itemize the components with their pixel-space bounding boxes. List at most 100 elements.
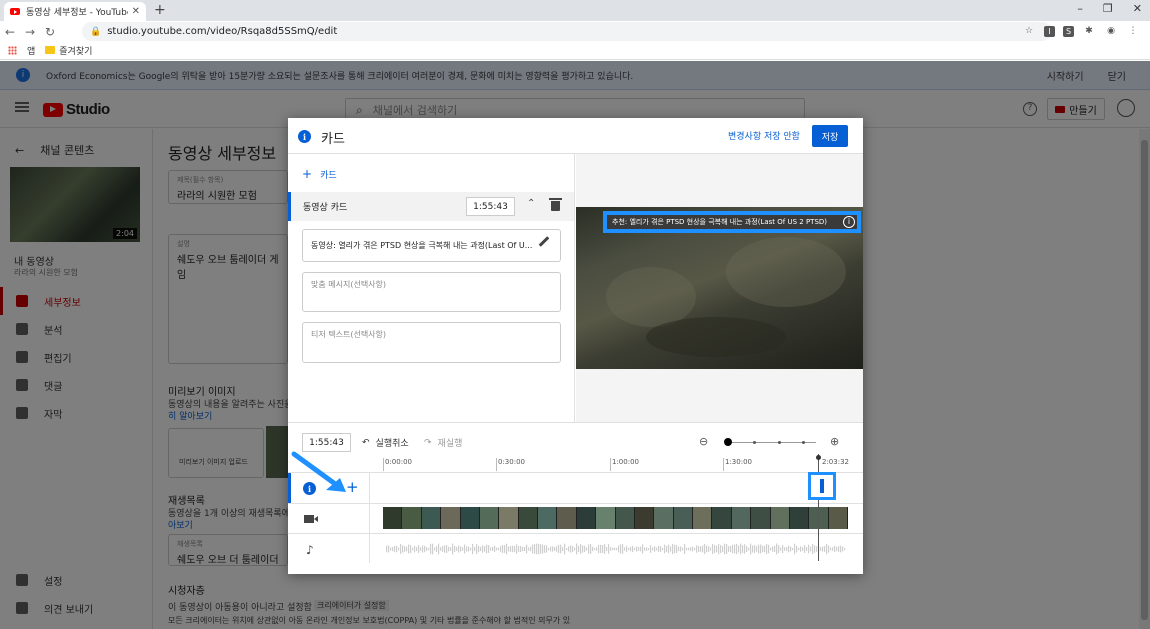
waveform-bar	[796, 545, 798, 553]
bookmark-folder[interactable]: 즐겨찾기	[45, 44, 92, 57]
video-select-field[interactable]: 동영상: 열리가 겪은 PTSD 현상을 극복해 내는 과정(Last Of U…	[302, 229, 561, 262]
video-filmstrip[interactable]	[383, 507, 848, 529]
waveform-bar	[486, 544, 488, 554]
address-bar-row: ← → ↻ 🔒 studio.youtube.com/video/Rsqa8d5…	[0, 21, 1150, 42]
trash-icon[interactable]	[549, 198, 562, 211]
waveform-bar	[746, 546, 748, 552]
waveform-bar	[516, 544, 518, 554]
filmstrip-frame	[402, 507, 422, 529]
tick-line	[496, 458, 497, 471]
waveform-bar	[774, 545, 776, 553]
waveform-bar	[462, 547, 464, 551]
bookmark-star-icon[interactable]: ☆	[1022, 24, 1036, 38]
waveform-bar	[414, 545, 416, 553]
apps-grid-icon[interactable]	[8, 46, 17, 55]
extension-icon[interactable]: I	[1044, 25, 1055, 37]
card-teaser-preview[interactable]: 추천: 엘리가 겪은 PTSD 현상을 극복해 내는 과정(Last Of US…	[603, 211, 861, 233]
lock-icon: 🔒	[90, 26, 102, 37]
filmstrip-frame	[789, 507, 810, 529]
waveform-bar	[814, 545, 816, 553]
kebab-menu-icon[interactable]: ⋮	[1126, 24, 1140, 38]
chevron-up-icon[interactable]: ⌃	[527, 198, 535, 209]
waveform-bar	[476, 544, 478, 554]
timeline-ruler: 0:00:00 0:30:00 1:00:00 1:30:00 2:03:32	[288, 458, 863, 472]
save-button[interactable]: 저장	[812, 125, 848, 147]
waveform-bar	[488, 545, 490, 553]
filmstrip-frame	[693, 507, 713, 529]
waveform-bar	[738, 545, 740, 553]
undo-button[interactable]: ↶ 실행취소	[362, 436, 409, 450]
zoom-slider-knob[interactable]	[724, 438, 732, 446]
new-tab-icon[interactable]: +	[154, 2, 166, 18]
zoom-step	[778, 441, 781, 444]
waveform-bar	[494, 545, 496, 553]
waveform-bar	[496, 547, 498, 551]
waveform-bar	[622, 544, 624, 554]
waveform-bar	[504, 545, 506, 553]
waveform-bar	[778, 545, 780, 553]
waveform-bar	[482, 545, 484, 553]
zoom-in-icon[interactable]: ⊕	[830, 435, 839, 448]
card-marker[interactable]	[808, 472, 836, 500]
profile-icon[interactable]: ◉	[1104, 24, 1118, 38]
back-icon[interactable]: ←	[0, 25, 20, 39]
video-card-header[interactable]: 동영상 카드 1:55:43 ⌃	[288, 192, 574, 221]
waveform-bar	[518, 545, 520, 553]
waveform-bar	[412, 547, 414, 551]
extension-icons: ☆ I S ✱ ◉ ⋮	[1022, 24, 1140, 38]
waveform-bar	[406, 546, 408, 552]
waveform-bar	[422, 545, 424, 553]
waveform-bar	[734, 544, 736, 554]
waveform-bar	[582, 545, 584, 553]
waveform-bar	[688, 547, 690, 551]
waveform-bar	[478, 545, 480, 553]
reload-icon[interactable]: ↻	[40, 25, 60, 39]
custom-message-input[interactable]: 맞춤 메시지(선택사항)	[302, 272, 561, 312]
teaser-text-input[interactable]: 티저 텍스트(선택사항)	[302, 322, 561, 363]
add-card-button[interactable]: + 카드	[302, 167, 337, 181]
waveform-bar	[574, 547, 576, 551]
edit-pencil-icon[interactable]	[538, 236, 550, 247]
waveform-bar	[596, 547, 598, 551]
extension-icon[interactable]: S	[1063, 25, 1074, 37]
puzzle-icon[interactable]: ✱	[1082, 24, 1096, 38]
cards-dialog: i 카드 변경사항 저장 안함 저장 + 카드 동영상 카드 1:55:43 ⌃…	[288, 118, 863, 574]
waveform-bar	[782, 544, 784, 554]
waveform-bar	[398, 547, 400, 551]
teaser-text: 추천: 엘리가 겪은 PTSD 현상을 극복해 내는 과정(Last Of US…	[607, 215, 857, 229]
waveform-bar	[570, 545, 572, 553]
waveform-bar	[798, 547, 800, 551]
waveform-bar	[694, 547, 696, 551]
card-type-label: 동영상 카드	[303, 203, 348, 213]
browser-tab[interactable]: 동영상 세부정보 - YouTube Stu ✕	[4, 2, 146, 21]
playhead-knob[interactable]	[816, 455, 821, 460]
waveform-bar	[568, 546, 570, 552]
discard-changes-button[interactable]: 변경사항 저장 안함	[728, 129, 800, 142]
waveform-bar	[440, 547, 442, 551]
waveform-bar	[764, 546, 766, 552]
waveform-bar	[528, 547, 530, 551]
card-time-input[interactable]: 1:55:43	[466, 197, 515, 216]
waveform-bar	[776, 543, 778, 555]
waveform-bar	[750, 543, 752, 555]
waveform-bar	[670, 546, 672, 552]
waveform-bar	[650, 545, 652, 553]
waveform-bar	[480, 546, 482, 552]
dialog-header: i 카드 변경사항 저장 안함 저장	[288, 118, 863, 154]
redo-button[interactable]: ↷ 재실행	[424, 436, 462, 450]
tab-close-icon[interactable]: ✕	[132, 6, 140, 17]
waveform-bar	[702, 545, 704, 553]
close-window-icon[interactable]: ✕	[1133, 2, 1142, 15]
zoom-out-icon[interactable]: ⊖	[699, 435, 708, 448]
waveform-bar	[788, 545, 790, 553]
waveform-bar	[740, 543, 742, 555]
waveform-bar	[526, 544, 528, 554]
maximize-icon[interactable]: ❐	[1103, 2, 1113, 15]
bookmark-apps[interactable]: 앱	[27, 44, 35, 57]
waveform-bar	[508, 546, 510, 552]
minimize-icon[interactable]: –	[1077, 2, 1083, 15]
tab-title: 동영상 세부정보 - YouTube Stu	[26, 8, 128, 18]
forward-icon[interactable]: →	[20, 25, 40, 39]
url-bar[interactable]: 🔒 studio.youtube.com/video/Rsqa8d5SSmQ/e…	[82, 22, 1052, 41]
playhead[interactable]	[818, 454, 819, 561]
